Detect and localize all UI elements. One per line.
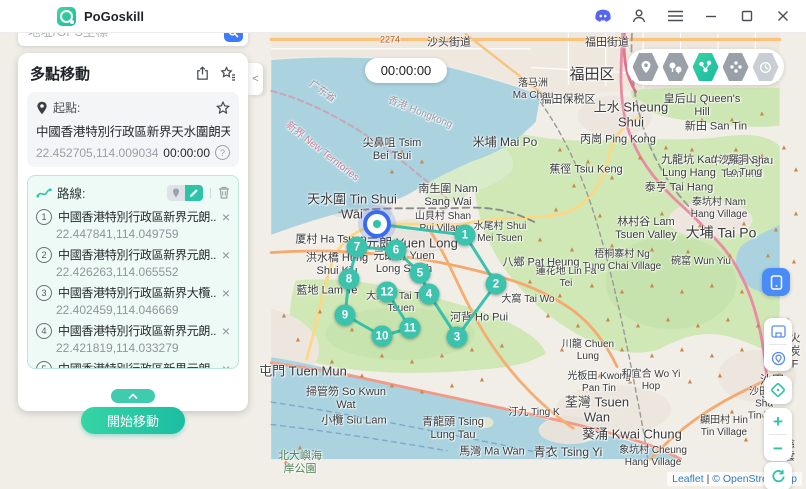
remove-waypoint-button[interactable]: × xyxy=(222,248,230,262)
device-icon[interactable] xyxy=(762,268,790,296)
map-tools-group xyxy=(764,318,792,371)
route-item-number: 4 xyxy=(36,323,52,339)
app-title: PoGoskill xyxy=(84,9,144,24)
route-item-number: 5 xyxy=(36,361,52,370)
route-item: 3 中國香港特別行政區新界大欖... × 22.402459,114.046669 xyxy=(28,281,238,319)
collapse-list-button[interactable] xyxy=(111,389,155,403)
reset-icon[interactable] xyxy=(764,462,792,489)
device-button xyxy=(762,268,790,296)
map-route-marker[interactable]: 3 xyxy=(447,327,468,348)
route-item-address: 中國香港特別行政區新界元朗... xyxy=(58,322,216,339)
cooldown-mode-icon[interactable] xyxy=(753,53,779,81)
route-item-address: 中國香港特別行政區新界元朗... xyxy=(58,246,216,263)
start-point-block: 起點: 中國香港特別行政區新界天水圍朗天路 22.452705,114.0090… xyxy=(27,92,239,167)
current-location-marker[interactable] xyxy=(363,210,391,238)
route-block: 路線: | 1中國香港特別行政區新界元朗 xyxy=(27,175,239,369)
spot-search-button[interactable] xyxy=(764,345,792,371)
start-point-time: 00:00:00 xyxy=(163,146,210,160)
route-item-coords: 22.421819,114.033279 xyxy=(56,341,230,355)
menu-icon[interactable] xyxy=(666,7,684,25)
map-route-marker[interactable]: 1 xyxy=(455,225,476,246)
route-icon xyxy=(36,186,52,199)
route-label: 路線: xyxy=(57,183,85,202)
remove-waypoint-button[interactable]: × xyxy=(222,362,230,370)
two-spot-mode-icon[interactable] xyxy=(663,53,689,81)
route-edit-toggle xyxy=(167,185,203,201)
multi-spot-mode-icon[interactable] xyxy=(693,53,719,81)
compass-icon[interactable] xyxy=(764,376,792,404)
route-item-coords: 22.402459,114.046669 xyxy=(56,303,230,317)
map-route-marker[interactable]: 8 xyxy=(339,269,360,290)
collection-button[interactable] xyxy=(764,318,792,344)
panel-title: 多點移動 xyxy=(30,63,90,84)
edit-mode-button[interactable] xyxy=(185,185,203,201)
route-list: 1中國香港特別行政區新界元朗...×22.447841,114.0497592中… xyxy=(28,205,238,369)
minimize-button[interactable] xyxy=(702,7,720,25)
route-item-address: 中國香港特別行政區新界元朗... xyxy=(58,208,216,225)
route-item-coords: 22.426263,114.065552 xyxy=(56,265,230,279)
route-item-number: 1 xyxy=(36,209,52,225)
remove-waypoint-button[interactable]: × xyxy=(222,286,230,300)
start-pin-icon xyxy=(36,101,48,115)
elapsed-timer: 00:00:00 xyxy=(365,58,447,83)
map-route-marker[interactable]: 9 xyxy=(335,305,356,326)
app-logo-icon xyxy=(57,7,76,26)
teleport-mode-icon[interactable] xyxy=(633,53,659,81)
app-window: PoGoskill xyxy=(0,0,806,489)
leaflet-link[interactable]: Leaflet xyxy=(672,473,704,485)
remove-waypoint-button[interactable]: × xyxy=(222,324,230,338)
map-route-marker[interactable]: 6 xyxy=(386,240,407,261)
share-icon[interactable] xyxy=(195,66,210,81)
zoom-controls: + − xyxy=(764,408,792,461)
panel-collapse-handle[interactable]: < xyxy=(248,63,263,95)
toolbar-divider: | xyxy=(209,187,212,199)
mode-toolbar xyxy=(627,49,784,85)
reset-view-button xyxy=(764,462,792,489)
route-item-address: 中國香港特別行政區新界元朗... xyxy=(58,360,216,369)
help-icon[interactable]: ? xyxy=(215,145,230,160)
map-route-marker[interactable]: 11 xyxy=(400,318,421,339)
titlebar: PoGoskill xyxy=(0,0,806,33)
drag-mode-button[interactable] xyxy=(167,185,185,201)
discord-icon[interactable] xyxy=(594,7,612,25)
zoom-in-button[interactable]: + xyxy=(764,408,792,434)
route-item: 4 中國香港特別行政區新界元朗... × 22.421819,114.033279 xyxy=(28,319,238,357)
route-item-coords: 22.447841,114.049759 xyxy=(56,227,230,241)
remove-waypoint-button[interactable]: × xyxy=(222,210,230,224)
route-item: 1 中國香港特別行政區新界元朗... × 22.447841,114.049759 xyxy=(28,205,238,243)
attribution-separator: | xyxy=(704,473,713,485)
delete-route-icon[interactable] xyxy=(218,186,230,199)
start-point-coords: 22.452705,114.009034 xyxy=(36,146,159,160)
map-route-marker[interactable]: 2 xyxy=(486,274,507,295)
zoom-out-button[interactable]: − xyxy=(764,435,792,461)
start-moving-button[interactable]: 開始移動 xyxy=(81,407,185,434)
route-item: 2 中國香港特別行政區新界元朗... × 22.426263,114.065552 xyxy=(28,243,238,281)
maximize-button[interactable] xyxy=(738,7,756,25)
map-route-marker[interactable]: 7 xyxy=(347,237,368,258)
account-icon[interactable] xyxy=(630,7,648,25)
route-item-number: 3 xyxy=(36,285,52,301)
start-point-label: 起點: xyxy=(53,99,80,116)
joystick-mode-icon[interactable] xyxy=(723,53,749,81)
close-button[interactable] xyxy=(774,7,792,25)
route-item-address: 中國香港特別行政區新界大欖... xyxy=(58,284,216,301)
multi-spot-panel: 多點移動 起點: 中國香港特別行政區新界天水圍朗天路 22.452705 xyxy=(18,53,248,411)
map-route-marker[interactable]: 4 xyxy=(419,284,440,305)
favorite-start-icon[interactable] xyxy=(216,101,230,115)
center-location-button xyxy=(764,376,792,404)
start-point-address: 中國香港特別行政區新界天水圍朗天路 xyxy=(36,121,230,140)
map-route-marker[interactable]: 12 xyxy=(377,282,398,303)
favorites-icon[interactable] xyxy=(220,66,236,81)
route-item-number: 2 xyxy=(36,247,52,263)
route-item: 5中國香港特別行政區新界元朗...×22.431023,114.029503 xyxy=(28,357,238,369)
map-route-marker[interactable]: 5 xyxy=(410,263,431,284)
map-route-marker[interactable]: 10 xyxy=(372,326,393,347)
